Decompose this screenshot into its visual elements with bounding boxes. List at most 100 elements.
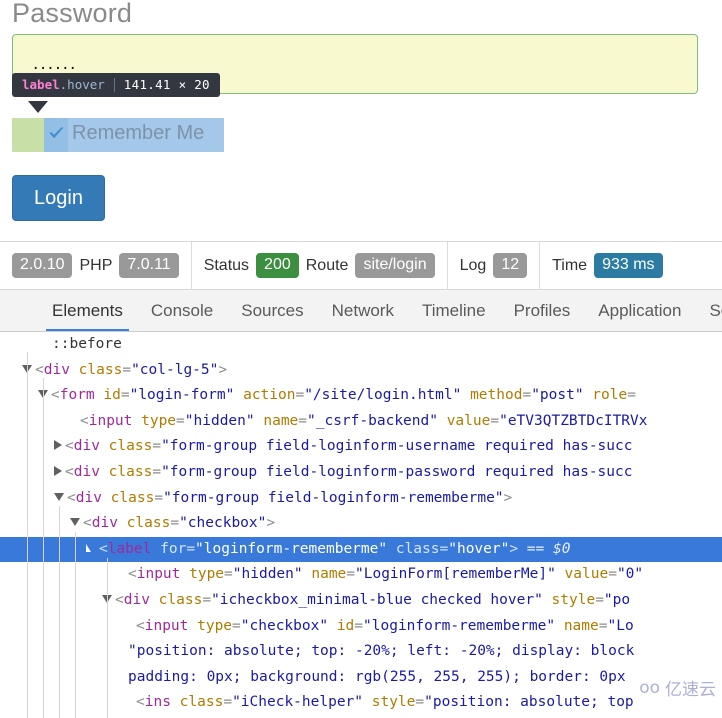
debug-badge[interactable]: 200 [256, 253, 299, 278]
chevron-down-icon[interactable] [54, 492, 64, 501]
devtools-dom-tree[interactable]: ::before <div class="col-lg-5"> <form id="… [0, 332, 722, 718]
code-token-attr: id [328, 617, 355, 634]
chevron-right-icon[interactable] [54, 465, 62, 476]
code-token-tag2: form [59, 387, 95, 404]
code-token-val: "form-group field-loginform-username req… [161, 438, 633, 455]
code-token-punct: < [128, 566, 137, 583]
code-token-txt: ::before [52, 336, 122, 352]
code-token-punct: = [120, 387, 130, 404]
code-token-tag2: div [75, 489, 102, 506]
code-token-punct: = [298, 412, 308, 429]
dom-node[interactable]: <div class="icheckbox_minimal-blue check… [0, 588, 722, 614]
code-token-attr: name [555, 617, 599, 634]
code-token-tag2: input [144, 617, 189, 634]
code-token-attr: value [437, 412, 491, 429]
tab-secu[interactable]: Secu [695, 290, 722, 331]
debug-badge[interactable]: 2.0.10 [12, 253, 73, 278]
dom-node[interactable]: <div class="checkbox"> [0, 511, 722, 537]
code-token-val: "iCheck-helper" [232, 694, 364, 711]
code-token-attr: method [461, 387, 523, 404]
code-token-val: "col-lg-5" [131, 361, 219, 378]
dom-node[interactable]: <input type="hidden" name="_csrf-backend… [0, 409, 722, 435]
debug-toolbar-group-1[interactable]: Status 200 Route site/login [192, 242, 448, 289]
dom-node[interactable]: padding: 0px; background: rgb(255, 255, … [0, 665, 722, 691]
debug-label: Time [552, 256, 588, 274]
code-token-val: "hover" [448, 540, 510, 557]
chevron-down-icon[interactable] [86, 543, 96, 552]
code-token-val: "icheckbox_minimal-blue checked hover" [211, 591, 543, 608]
code-token-attr: type [180, 566, 225, 583]
tab-elements[interactable]: Elements [38, 290, 137, 331]
debug-label: Log [459, 256, 487, 274]
tab-sources[interactable]: Sources [227, 290, 317, 331]
watermark-logo-icon: oo [639, 677, 660, 698]
code-token-val: "po [603, 591, 631, 608]
code-token-attr: type [188, 617, 233, 634]
dom-node[interactable]: <ins class="iCheck-helper" style="positi… [0, 690, 722, 716]
code-token-tag2: div [91, 515, 118, 532]
tab-profiles[interactable]: Profiles [500, 290, 585, 331]
dom-node[interactable]: <div class="form-group field-loginform-r… [0, 486, 722, 512]
code-token-punct: = [295, 387, 305, 404]
code-token-punct: < [136, 617, 145, 634]
dom-node[interactable]: ::before [0, 332, 722, 358]
code-token-punct: = [627, 387, 636, 404]
chevron-down-icon[interactable] [70, 518, 80, 527]
code-token-punct: = [122, 361, 132, 378]
code-token-val: "LoginForm[rememberMe]" [355, 566, 556, 583]
code-token-punct: > [503, 489, 513, 506]
debug-toolbar-group-0[interactable]: 2.0.10 PHP 7.0.11 [0, 242, 192, 289]
dom-node-selected[interactable]: <label for="loginform-rememberme" class=… [0, 536, 722, 563]
tab-timeline[interactable]: Timeline [408, 290, 500, 331]
tab-application[interactable]: Application [584, 290, 695, 331]
debug-toolbar-group-2[interactable]: Log 12 [448, 242, 541, 289]
code-token-val: "position: absolute; top [424, 694, 634, 711]
tab-network[interactable]: Network [318, 290, 408, 331]
login-button[interactable]: Login [12, 175, 105, 221]
code-token-punct: = [186, 540, 196, 557]
dom-node[interactable]: <form id="login-form" action="/site/logi… [0, 383, 722, 409]
code-token-punct: > [509, 540, 519, 557]
devtools-tab-bar[interactable]: Elements Console Sources Network Timeline Pro… [0, 290, 722, 332]
code-token-punct: = [415, 694, 425, 711]
debug-badge[interactable]: site/login [355, 253, 435, 278]
code-token-val: "hidden" [184, 412, 255, 429]
dom-node[interactable]: <div class="form-group field-loginform-u… [0, 434, 722, 460]
debug-label: PHP [79, 256, 113, 274]
debug-badge[interactable]: 933 ms [594, 253, 663, 278]
tooltip-tag-name: label [22, 77, 60, 92]
indent-guide-3 [75, 532, 76, 718]
dom-node[interactable]: <input type="hidden" name="LoginForm[rem… [0, 562, 722, 588]
code-token-punct: = [202, 591, 212, 608]
tab-console[interactable]: Console [137, 290, 227, 331]
code-token-punct: < [83, 515, 92, 532]
code-token-punct: < [65, 438, 74, 455]
code-token-attr: name [254, 412, 299, 429]
chevron-right-icon[interactable] [54, 440, 62, 451]
debug-badge[interactable]: 7.0.11 [119, 253, 179, 278]
debug-badge[interactable]: 12 [493, 253, 528, 278]
code-token-val: "checkbox" [240, 617, 329, 634]
indent-guide-4 [107, 558, 108, 718]
code-token-punct: = [152, 438, 162, 455]
code-token-val: "0" [616, 566, 644, 583]
twisty-placeholder [114, 650, 125, 651]
dom-node[interactable]: <input type="checkbox" id="loginform-rem… [0, 614, 722, 640]
dom-node[interactable]: "position: absolute; top: -20%; left: -2… [0, 639, 722, 665]
code-token-val: padding: 0px; background: rgb(255, 255, … [128, 668, 626, 685]
code-token-attr: class [99, 463, 153, 480]
code-token-attr: action [234, 387, 296, 404]
code-token-tag2: input [88, 412, 133, 429]
dom-node[interactable]: <div class="col-lg-5"> [0, 358, 722, 384]
code-token-punct: = [595, 591, 604, 608]
code-token-punct: < [51, 387, 60, 404]
twisty-placeholder [66, 419, 77, 420]
debug-toolbar-group-3[interactable]: Time 933 ms [540, 242, 674, 289]
watermark-text: 亿速云 [665, 680, 716, 700]
code-token-punct: > [266, 515, 276, 532]
code-token-attr: class [69, 361, 123, 378]
twisty-placeholder [122, 624, 133, 625]
dom-node[interactable]: <div class="form-group field-loginform-p… [0, 460, 722, 486]
code-token-attr: type [132, 412, 177, 429]
yii-debug-toolbar[interactable]: 2.0.10 PHP 7.0.11 Status 200 Route site/login L… [0, 241, 722, 290]
